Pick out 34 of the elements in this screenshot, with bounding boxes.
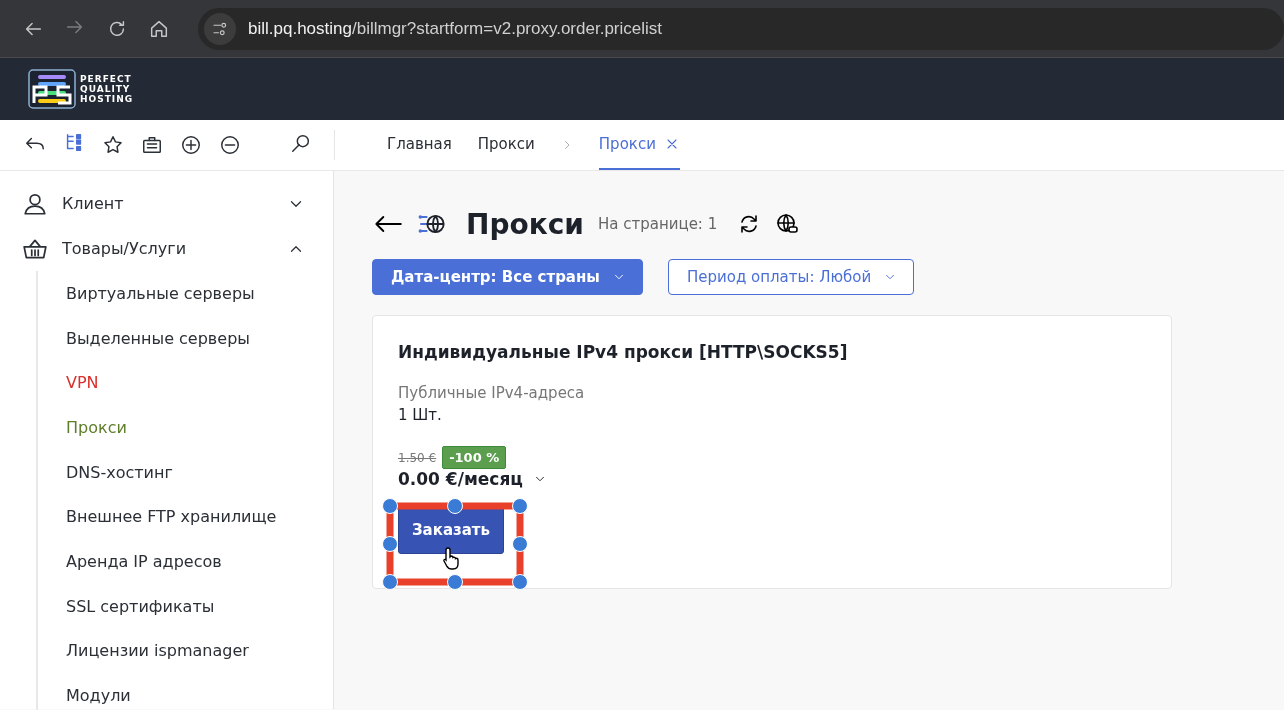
- sidebar-item[interactable]: Внешнее FTP хранилище: [66, 494, 333, 540]
- breadcrumb-tab[interactable]: Прокси: [477, 120, 535, 170]
- product-title: Индивидуальные IPv4 прокси [HTTP\SOCKS5]: [398, 342, 849, 362]
- minus-circle-icon[interactable]: [219, 134, 241, 156]
- address-bar[interactable]: bill.pq.hosting/billmgr?startform=v2.proxy.order.pricelist: [198, 7, 1284, 50]
- sidebar-item[interactable]: DNS-хостинг: [66, 449, 333, 495]
- sidebar-item[interactable]: Модули: [66, 673, 333, 710]
- briefcase-icon[interactable]: [141, 134, 163, 156]
- star-icon[interactable]: [102, 134, 124, 156]
- per-page-count: На странице: 1: [597, 215, 718, 233]
- sidebar-group[interactable]: Товары/Услуги: [0, 226, 333, 271]
- old-price: 1.50 €: [398, 450, 437, 465]
- plus-circle-icon[interactable]: [180, 134, 202, 156]
- hand-cursor-icon: [442, 546, 462, 570]
- product-quantity: 1 Шт.: [398, 406, 443, 424]
- sidebar-item[interactable]: Аренда IP адресов: [66, 539, 333, 584]
- discount-badge: -100 %: [442, 446, 507, 469]
- sidebar-item[interactable]: Прокси: [66, 405, 333, 450]
- search-icon[interactable]: [290, 132, 312, 154]
- product-description: Публичные IPv4-адреса: [398, 384, 586, 402]
- page-title: Прокси: [466, 207, 584, 241]
- product-price: 0.00 €/месяц: [398, 469, 523, 489]
- filter-dropdown[interactable]: Период оплаты: Любой: [667, 259, 915, 295]
- breadcrumb-tab[interactable]: Главная: [387, 120, 452, 170]
- sidebar-item[interactable]: SSL сертификаты: [66, 583, 333, 629]
- filter-dropdown[interactable]: Дата-центр: Все страны: [372, 259, 643, 295]
- company-logo[interactable]: PERFECT QUALITY HOSTING: [28, 69, 134, 109]
- breadcrumb-tab[interactable]: Прокси: [598, 120, 680, 170]
- globe-icon[interactable]: [775, 212, 800, 236]
- sidebar-item[interactable]: Виртуальные серверы: [66, 271, 333, 316]
- sidebar-group[interactable]: Клиент: [0, 181, 333, 226]
- sidebar-item[interactable]: VPN: [66, 360, 333, 406]
- sidebar-item[interactable]: Лицензии ispmanager: [66, 628, 333, 674]
- sidebar-item[interactable]: Выделенные серверы: [66, 315, 333, 361]
